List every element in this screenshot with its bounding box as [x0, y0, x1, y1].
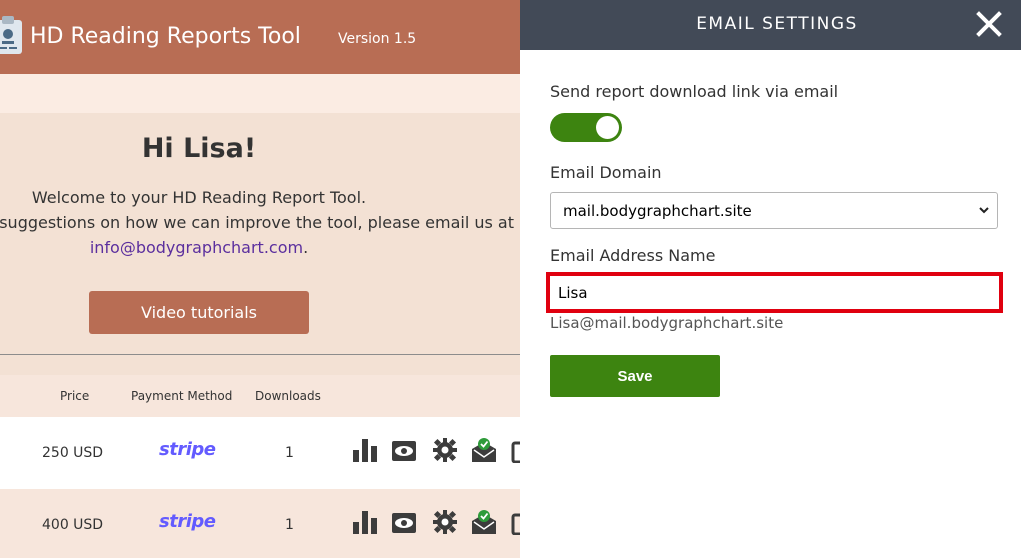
table-row: 400 USD stripe 1 — [0, 489, 520, 558]
greeting-heading: Hi Lisa! — [141, 133, 257, 164]
bar-chart-icon[interactable] — [352, 437, 378, 463]
column-header-downloads: Downloads — [255, 389, 321, 403]
settings-icon[interactable] — [432, 509, 458, 535]
row-downloads: 1 — [285, 517, 294, 533]
email-sent-icon[interactable] — [471, 509, 497, 535]
save-button[interactable]: Save — [550, 355, 720, 397]
email-settings-panel: EMAIL SETTINGS Send report download link… — [520, 0, 1021, 558]
stripe-logo: stripe — [159, 439, 216, 460]
bar-chart-icon[interactable] — [352, 509, 378, 535]
row-downloads: 1 — [285, 445, 294, 461]
contact-suffix: . — [303, 238, 309, 257]
table-header: Price Payment Method Downloads — [0, 375, 520, 417]
column-header-price: Price — [60, 389, 90, 403]
toggle-knob — [596, 116, 619, 139]
app-header: HD Reading Reports Tool Version 1.5 — [0, 0, 520, 74]
contact-line: info@bodygraphchart.com. — [0, 238, 398, 257]
email-domain-label: Email Domain — [550, 163, 662, 182]
panel-header: EMAIL SETTINGS — [520, 0, 1021, 50]
close-icon[interactable] — [973, 8, 1005, 40]
column-header-payment-method: Payment Method — [131, 389, 233, 403]
panel-title: EMAIL SETTINGS — [696, 14, 858, 34]
email-name-field-wrapper — [546, 272, 1003, 313]
suggestion-text: y suggestions on how we can improve the … — [0, 213, 514, 232]
view-icon[interactable] — [391, 509, 417, 535]
app-logo-icon — [0, 16, 22, 54]
video-tutorials-button[interactable]: Video tutorials — [89, 291, 309, 334]
email-domain-select[interactable]: mail.bodygraphchart.site — [550, 192, 998, 229]
row-price: 400 USD — [42, 517, 104, 533]
email-toggle-label: Send report download link via email — [550, 82, 839, 101]
app-title: HD Reading Reports Tool — [30, 24, 301, 49]
view-icon[interactable] — [391, 437, 417, 463]
header-strip — [0, 74, 520, 113]
email-name-label: Email Address Name — [550, 246, 716, 265]
email-domain-value: mail.bodygraphchart.site — [563, 201, 752, 220]
email-sent-icon[interactable] — [471, 437, 497, 463]
settings-icon[interactable] — [432, 437, 458, 463]
contact-email-link[interactable]: info@bodygraphchart.com — [90, 238, 303, 257]
table-row: 250 USD stripe 1 — [0, 417, 520, 489]
section-divider — [0, 354, 520, 355]
app-version: Version 1.5 — [338, 31, 417, 47]
chevron-down-icon — [979, 207, 989, 214]
copy-icon[interactable] — [510, 437, 520, 463]
reports-app: HD Reading Reports Tool Version 1.5 Hi L… — [0, 0, 520, 558]
email-address-preview: Lisa@mail.bodygraphchart.site — [550, 314, 784, 332]
row-price: 250 USD — [42, 445, 104, 461]
welcome-text: Welcome to your HD Reading Report Tool. — [31, 188, 367, 207]
email-link-toggle[interactable] — [550, 113, 622, 142]
copy-icon[interactable] — [510, 509, 520, 535]
email-name-input[interactable] — [550, 276, 999, 309]
stripe-logo: stripe — [159, 511, 216, 532]
